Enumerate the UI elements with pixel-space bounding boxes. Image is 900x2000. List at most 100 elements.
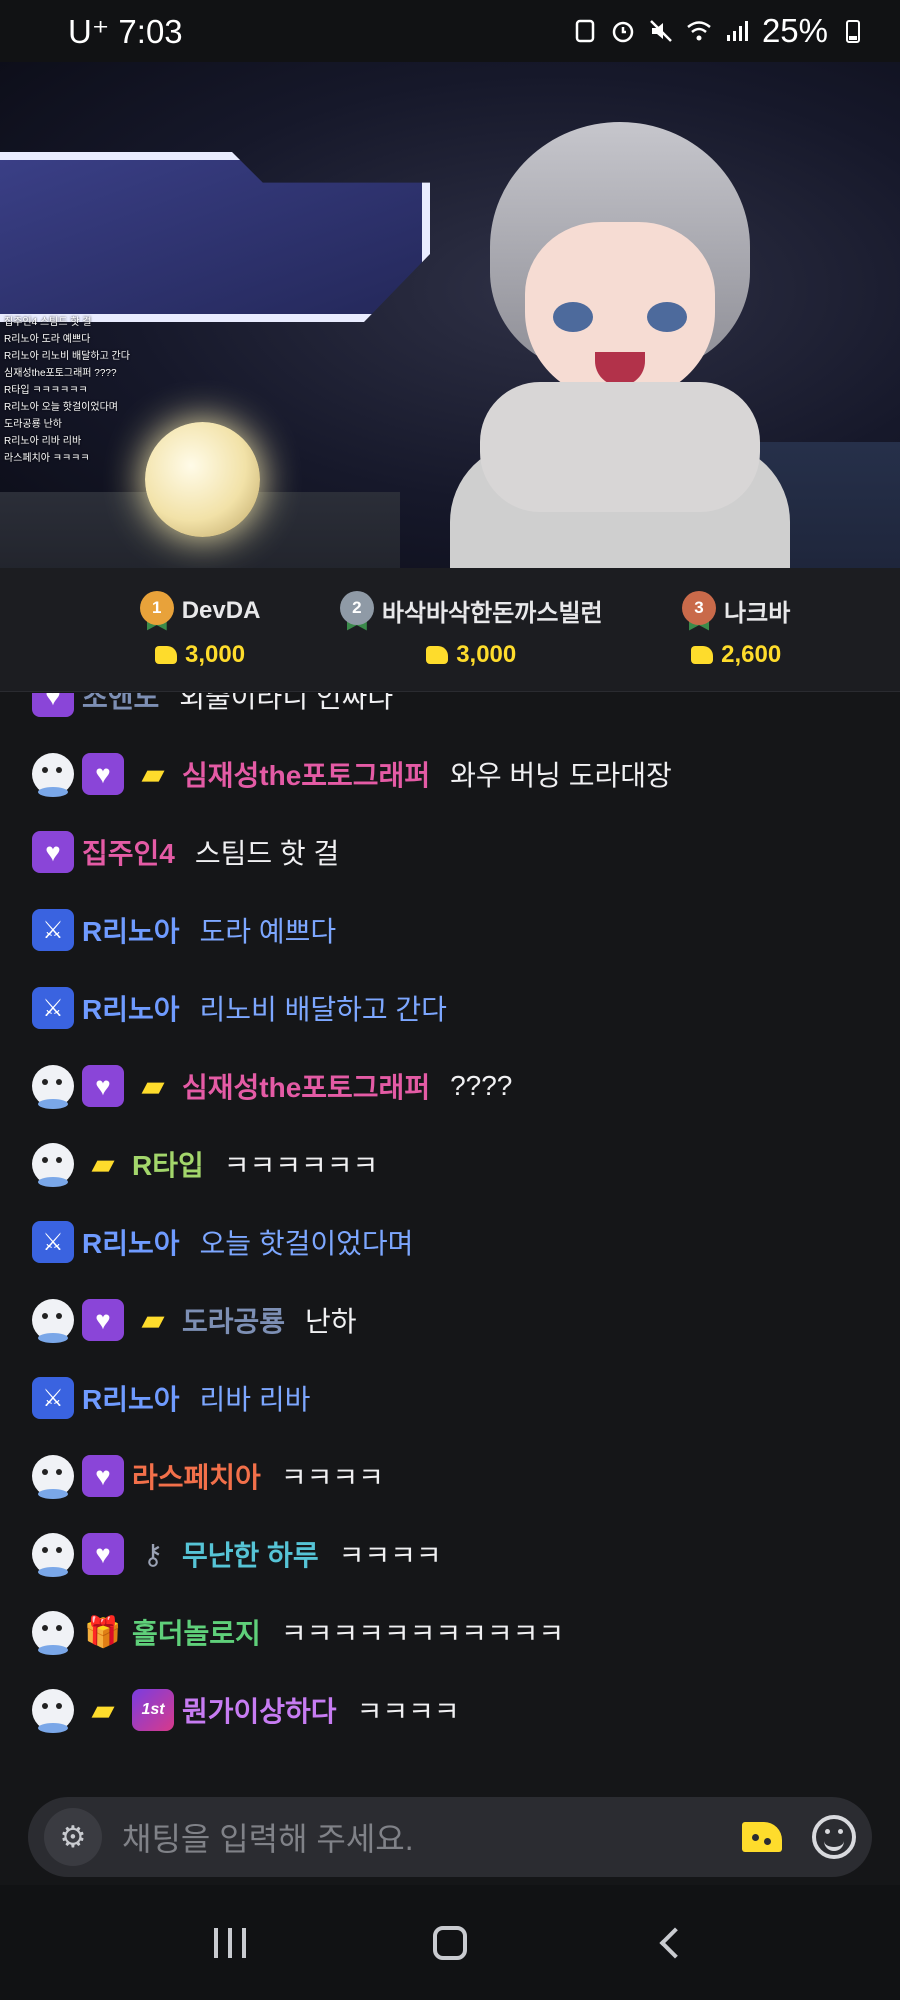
sword-icon: ⚔ — [32, 1377, 74, 1419]
chat-message[interactable]: ♥ 집주인4 스팀드 핫 걸 — [32, 831, 339, 873]
chat-input-box[interactable]: ⚙ 채팅을 입력해 주세요. — [28, 1797, 872, 1877]
silver-medal-icon: 2 — [339, 590, 374, 631]
heart-icon: ♥ — [82, 1299, 124, 1341]
overlay-chat-line: R리노아 오늘 핫걸이었다며 — [4, 402, 118, 413]
chat-nickname[interactable]: 라스페치아 — [132, 1456, 261, 1496]
chat-nickname[interactable]: 무난한 하루 — [182, 1534, 319, 1574]
chat-list[interactable]: ♥ 조앤도 외출이라니 인싸다 ♥ ▰ 심재성the포토그래퍼 와우 버닝 도라대장 ♥ 집주인… — [0, 693, 900, 1773]
cheese-icon — [691, 645, 714, 664]
chat-nickname[interactable]: 도라공룡 — [182, 1300, 285, 1340]
rank-name: 바삭바삭한돈까스빌런 — [381, 600, 603, 627]
chat-message[interactable]: ▰ R타입 ㅋㅋㅋㅋㅋㅋ — [32, 1143, 379, 1187]
cheese-icon — [155, 645, 178, 664]
rank-item-3[interactable]: 3 나크바 2,600 — [682, 590, 790, 669]
chat-message[interactable]: ⚔ R리노아 도라 예쁘다 — [32, 909, 336, 951]
key-icon: ⚷ — [142, 1538, 164, 1570]
ghost-icon — [32, 1533, 74, 1577]
battery-percent: 25% — [761, 12, 828, 49]
chat-message-text: ???? — [450, 1070, 513, 1101]
heart-icon: ♥ — [32, 693, 74, 717]
heart-icon: ♥ — [82, 753, 124, 795]
cheese-icon: ▰ — [141, 1303, 165, 1337]
cheese-icon: ▰ — [91, 1693, 115, 1727]
ghost-icon — [32, 1065, 74, 1109]
chat-message[interactable]: ♥ ▰ 심재성the포토그래퍼???? — [32, 1065, 513, 1109]
recents-button[interactable] — [200, 1913, 260, 1973]
alarm-icon — [612, 21, 634, 43]
chat-nickname[interactable]: 홀더놀로지 — [132, 1612, 261, 1652]
chat-nickname[interactable]: R리노아 — [82, 910, 180, 950]
rank-item-2[interactable]: 2 바삭바삭한돈까스빌런 3,000 — [339, 590, 603, 669]
signal-icon — [726, 21, 748, 41]
gear-icon[interactable]: ⚙ — [44, 1808, 102, 1866]
overlay-chat-line: 도라공룡 난하 — [4, 419, 62, 430]
navigation-bar — [0, 1885, 900, 2000]
ghost-icon — [32, 1689, 74, 1733]
sword-icon: ⚔ — [32, 987, 74, 1029]
chat-nickname[interactable]: 집주인4 — [82, 832, 175, 872]
chat-message[interactable]: 🎁 홀더놀로지 ㅋㅋㅋㅋㅋㅋㅋㅋㅋㅋㅋ — [32, 1611, 565, 1655]
chat-nickname[interactable]: R리노아 — [82, 1378, 180, 1418]
gold-medal-icon: 1 — [139, 590, 174, 631]
cheese-icon: ▰ — [141, 1069, 165, 1103]
chat-message[interactable]: ⚔ R리노아 오늘 핫걸이었다며 — [32, 1221, 413, 1263]
cheese-icon — [426, 645, 449, 664]
chat-nickname[interactable]: 심재성the포토그래퍼 — [182, 754, 430, 794]
chat-message[interactable]: ♥ ▰ 도라공룡 난하 — [32, 1299, 357, 1343]
overlay-chat-line: 집주인4 스팀드 핫 걸 — [4, 317, 92, 328]
chat-nickname[interactable]: 뭔가이상하다 — [182, 1690, 337, 1730]
chat-input[interactable]: 채팅을 입력해 주세요. — [122, 1814, 738, 1860]
neon-window — [0, 152, 430, 322]
overlay-chat-line: 라스페치아 ㅋㅋㅋㅋ — [4, 453, 90, 464]
emoji-icon[interactable] — [812, 1815, 856, 1859]
chat-message[interactable]: ♥ ⚷ 무난한 하루 ㅋㅋㅋㅋ — [32, 1533, 442, 1577]
home-button[interactable] — [420, 1913, 480, 1973]
chat-message-text: 리바 리바 — [199, 1384, 311, 1415]
chat-message-text: 와우 버닝 도라대장 — [450, 760, 672, 791]
ghost-icon — [32, 1143, 74, 1187]
chat-message-text: ㅋㅋㅋㅋㅋㅋㅋㅋㅋㅋㅋ — [280, 1618, 565, 1649]
wifi-icon — [687, 21, 711, 41]
home-icon — [433, 1925, 467, 1960]
chat-nickname[interactable]: 심재성the포토그래퍼 — [182, 1066, 430, 1106]
chat-nickname[interactable]: R리노아 — [82, 1222, 180, 1262]
back-icon — [659, 1926, 691, 1959]
chat-message[interactable]: ♥ 라스페치아 ㅋㅋㅋㅋ — [32, 1455, 384, 1499]
rank-amount: 3,000 — [456, 640, 517, 668]
chat-message[interactable]: ⚔ R리노아 리노비 배달하고 간다 — [32, 987, 447, 1029]
ghost-icon — [32, 1455, 74, 1499]
chat-message[interactable]: ♥ 조앤도 외출이라니 인싸다 — [32, 693, 393, 717]
nfc-icon — [575, 19, 595, 43]
chat-nickname[interactable]: 조앤도 — [82, 693, 159, 716]
overlay-chat-line: R리노아 리바 리바 — [4, 436, 82, 447]
chat-input-area: ⚙ 채팅을 입력해 주세요. — [0, 1775, 900, 1885]
status-bar: U⁺ 7:03 25% — [0, 0, 900, 62]
chat-message[interactable]: ▰ 1st 뭔가이상하다 ㅋㅋㅋㅋ — [32, 1689, 460, 1733]
chat-nickname[interactable]: R타입 — [132, 1144, 204, 1184]
stream-video[interactable]: 집주인4 스팀드 핫 걸 R리노아 도라 예쁘다 R리노아 리노비 배달하고 간… — [0, 62, 900, 568]
vtuber-avatar — [430, 102, 810, 568]
chat-message-text: 외출이라니 인싸다 — [179, 693, 394, 713]
recents-icon — [214, 1927, 246, 1958]
chat-message[interactable]: ♥ ▰ 심재성the포토그래퍼 와우 버닝 도라대장 — [32, 753, 672, 797]
heart-icon: ♥ — [82, 1455, 124, 1497]
donation-ranking: 1 DevDA 3,000 2 바삭바삭한돈까스빌런 3,000 3 나크바 2… — [0, 568, 900, 692]
cheese-icon: ▰ — [141, 757, 165, 791]
rank-item-1[interactable]: 1 DevDA 3,000 — [139, 590, 261, 669]
overlay-chat-line: 심재성the포토그래퍼 ???? — [4, 368, 117, 379]
status-time: U⁺ 7:03 — [68, 12, 183, 50]
mute-icon — [650, 20, 672, 42]
chat-message-text: 난하 — [305, 1306, 357, 1337]
gift-icon: 🎁 — [84, 1615, 122, 1649]
cheese-icon[interactable] — [738, 1813, 786, 1861]
bronze-medal-icon: 3 — [682, 590, 717, 631]
rank-amount: 2,600 — [721, 640, 782, 668]
chat-message[interactable]: ⚔ R리노아 리바 리바 — [32, 1377, 310, 1419]
chat-message-text: ㅋㅋㅋㅋㅋㅋ — [223, 1150, 379, 1181]
chat-nickname[interactable]: R리노아 — [82, 988, 180, 1028]
cheese-icon: ▰ — [91, 1147, 115, 1181]
ghost-icon — [32, 1611, 74, 1655]
battery-icon — [846, 20, 860, 43]
back-button[interactable] — [640, 1913, 700, 1973]
rank-name: DevDA — [181, 596, 261, 624]
